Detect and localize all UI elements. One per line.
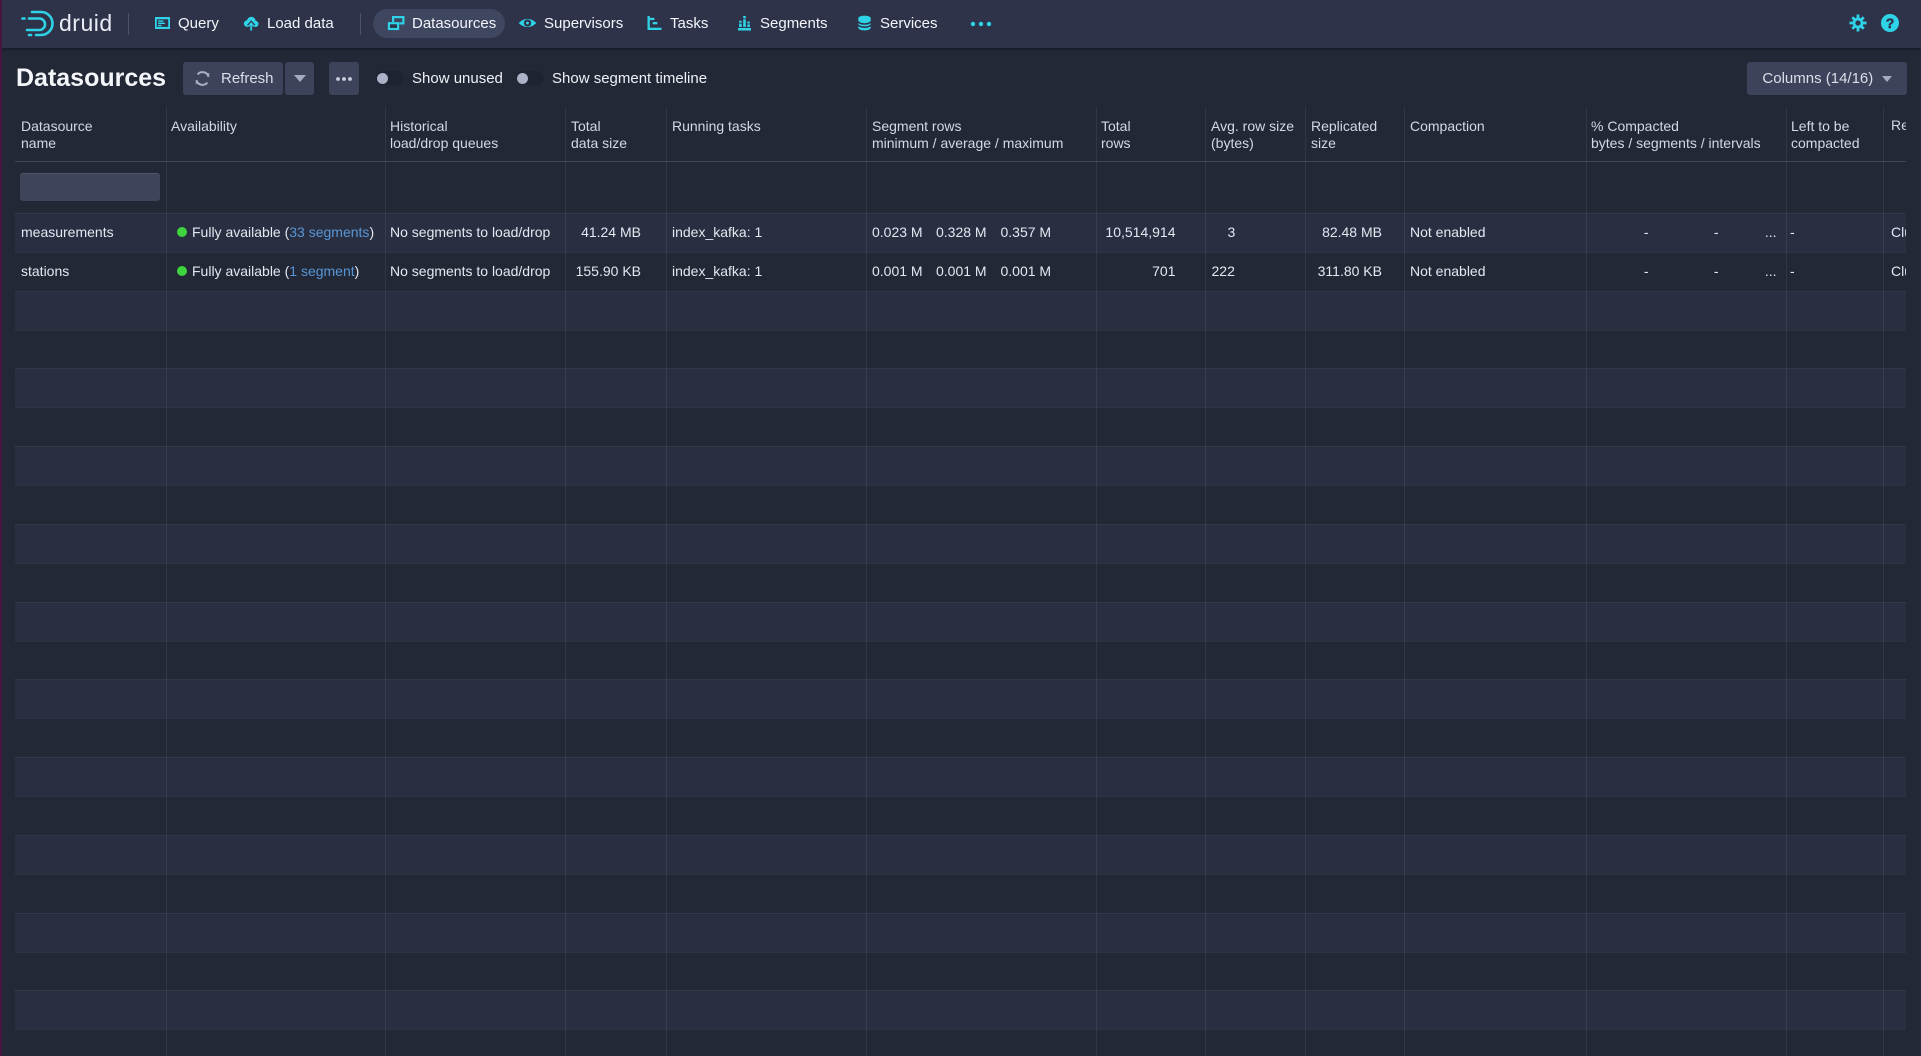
svg-text:?: ? [1886, 15, 1895, 31]
